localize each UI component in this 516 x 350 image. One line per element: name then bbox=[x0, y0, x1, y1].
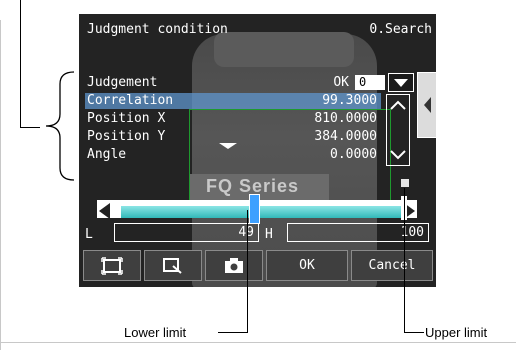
param-value: OK bbox=[333, 75, 349, 90]
chevron-down-icon bbox=[390, 150, 406, 160]
scroll-down-button[interactable] bbox=[386, 142, 410, 166]
judgement-dropdown-button[interactable] bbox=[388, 73, 414, 92]
capture-button[interactable] bbox=[205, 250, 263, 281]
chevron-up-icon bbox=[390, 100, 406, 110]
chevron-down-icon bbox=[394, 79, 408, 87]
param-label: Correlation bbox=[87, 93, 174, 108]
camera-icon bbox=[225, 258, 243, 273]
upper-limit-marker bbox=[401, 179, 409, 187]
side-panel-toggle[interactable] bbox=[417, 72, 436, 138]
param-value: 99.3000 bbox=[322, 93, 377, 108]
brace-icon bbox=[45, 71, 75, 181]
zoom-icon bbox=[163, 258, 182, 274]
upper-limit-field[interactable]: 100 bbox=[287, 223, 429, 242]
annotation-line bbox=[20, 0, 21, 128]
judgement-select[interactable]: 0 bbox=[355, 75, 385, 90]
cancel-button[interactable]: Cancel bbox=[351, 250, 433, 281]
mode-label: 0.Search bbox=[369, 22, 432, 37]
annotation-line bbox=[218, 332, 248, 333]
frame-icon bbox=[101, 257, 123, 275]
limit-slider[interactable] bbox=[97, 194, 417, 224]
annotation-line bbox=[404, 188, 405, 333]
param-value: 810.0000 bbox=[314, 111, 377, 126]
slider-fill bbox=[121, 206, 401, 218]
device-screen: FQ Series Judgment condition 0.Search Ju… bbox=[79, 14, 436, 287]
upper-limit-label: H bbox=[265, 227, 273, 242]
param-row-angle[interactable]: Angle 0.0000 bbox=[85, 147, 381, 163]
param-label: Angle bbox=[87, 147, 127, 162]
lower-limit-marker bbox=[219, 143, 237, 149]
area-select-button[interactable] bbox=[83, 250, 141, 281]
page-title: Judgment condition bbox=[87, 22, 228, 37]
annotation-line bbox=[247, 210, 248, 333]
scroll-up-button[interactable] bbox=[386, 94, 410, 118]
divider-line bbox=[1, 342, 516, 343]
param-row-judgement[interactable]: Judgement OK bbox=[85, 75, 381, 91]
ok-button[interactable]: OK bbox=[266, 250, 348, 281]
upper-limit-caption: Upper limit bbox=[425, 325, 488, 340]
param-label: Position X bbox=[87, 111, 166, 126]
annotation-line bbox=[20, 127, 40, 128]
param-label: Position Y bbox=[87, 129, 166, 144]
zoom-button[interactable] bbox=[144, 250, 202, 281]
param-value: 384.0000 bbox=[314, 129, 377, 144]
param-value: 0.0000 bbox=[330, 147, 377, 162]
lower-limit-field[interactable]: 49 bbox=[114, 223, 259, 242]
param-label: Judgement bbox=[87, 75, 158, 90]
slider-left-arrow-icon[interactable] bbox=[99, 203, 110, 219]
annotation-line bbox=[404, 332, 424, 333]
lower-limit-thumb[interactable] bbox=[249, 194, 260, 224]
caret-left-icon bbox=[424, 97, 431, 113]
lower-limit-label: L bbox=[85, 227, 93, 242]
divider-line bbox=[0, 20, 1, 350]
param-row-correlation[interactable]: Correlation 99.3000 bbox=[85, 93, 381, 109]
param-row-position-x[interactable]: Position X 810.0000 bbox=[85, 111, 381, 127]
lower-limit-caption: Lower limit bbox=[124, 325, 187, 340]
camera-image-cap bbox=[214, 32, 354, 67]
